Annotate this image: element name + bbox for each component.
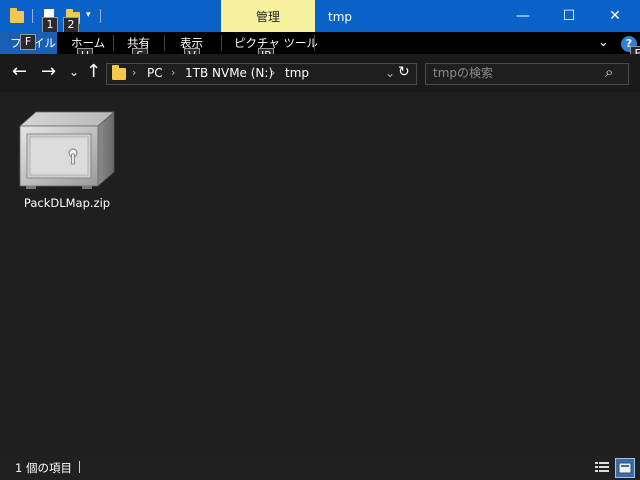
item-count: 1 個の項目 — [15, 461, 72, 475]
customize-quick-access-icon[interactable]: ▾ — [86, 10, 91, 20]
recent-locations-button[interactable]: ⌄ — [69, 62, 79, 82]
file-name[interactable]: PackDLMap.zip — [0, 196, 134, 210]
separator — [79, 461, 80, 473]
keytip-file: F — [20, 34, 36, 50]
separator — [221, 35, 222, 51]
breadcrumb-tmp[interactable]: tmp — [285, 66, 309, 80]
safe-archive-icon — [19, 111, 115, 189]
close-button[interactable]: ✕ — [592, 0, 638, 32]
maximize-button[interactable]: ☐ — [546, 0, 592, 32]
tab-picture-tools[interactable]: ピクチャ ツール — [234, 32, 318, 54]
chevron-right-icon[interactable]: › — [271, 66, 275, 80]
large-icons-view-icon[interactable] — [615, 458, 635, 478]
breadcrumb-drive[interactable]: 1TB NVMe (N:) — [185, 66, 273, 80]
details-view-icon[interactable] — [594, 460, 610, 474]
back-button[interactable]: ← — [12, 62, 27, 82]
expand-ribbon-icon[interactable]: ⌄ — [598, 32, 609, 54]
file-item[interactable] — [18, 106, 118, 192]
separator — [100, 9, 101, 23]
chevron-right-icon[interactable]: › — [132, 66, 136, 80]
separator — [164, 35, 165, 51]
manage-tab[interactable]: 管理 — [221, 0, 315, 32]
refresh-button[interactable]: ↻ — [398, 65, 410, 79]
search-icon[interactable]: ⌕ — [605, 64, 613, 80]
address-dropdown-icon[interactable]: ⌄ — [385, 66, 395, 80]
status-bar — [0, 456, 640, 480]
separator — [32, 9, 33, 23]
window-title: tmp — [328, 10, 353, 24]
forward-button[interactable]: → — [41, 62, 56, 82]
folder-icon — [112, 65, 126, 80]
separator — [113, 35, 114, 51]
separator — [314, 35, 315, 51]
search-placeholder[interactable]: tmpの検索 — [433, 66, 493, 80]
minimize-button[interactable]: — — [500, 0, 546, 32]
chevron-right-icon[interactable]: › — [171, 66, 175, 80]
up-button[interactable]: ↑ — [86, 62, 101, 82]
breadcrumb-pc[interactable]: PC — [147, 66, 163, 80]
keytip-quick-1: 1 — [42, 17, 58, 33]
folder-icon[interactable] — [10, 8, 24, 23]
keytip-quick-2: 2 — [63, 17, 79, 33]
